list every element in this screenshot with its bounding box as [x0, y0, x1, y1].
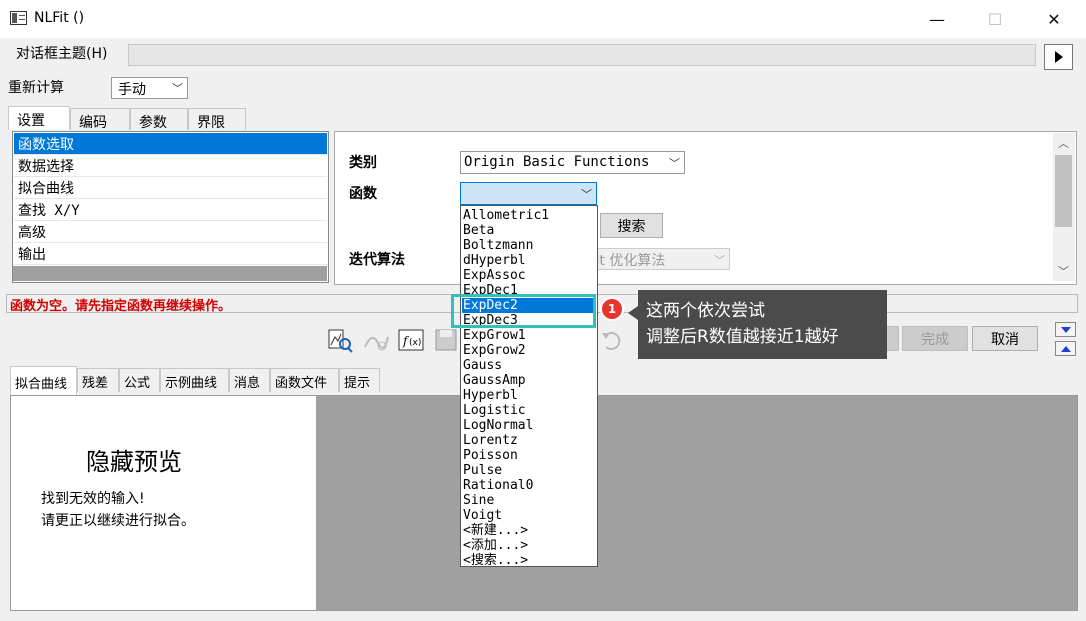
- preview-message-line2: 请更正以继续进行拟合。: [41, 513, 195, 529]
- list-item-function-select[interactable]: 函数选取: [14, 133, 327, 155]
- function-option[interactable]: <新建...>: [462, 523, 596, 538]
- function-option[interactable]: Rational0: [462, 478, 596, 493]
- fit-iterate-icon: [361, 326, 391, 353]
- theme-field[interactable]: [128, 44, 1036, 66]
- recalc-value: 手动: [118, 82, 146, 98]
- function-option[interactable]: Logistic: [462, 403, 596, 418]
- triangle-up-icon: [1060, 345, 1071, 352]
- annotation-callout: 这两个依次尝试 调整后R数值越接近1越好: [638, 290, 887, 359]
- theme-arrow-button[interactable]: [1044, 44, 1073, 70]
- scroll-up-icon[interactable]: ︿: [1058, 135, 1069, 151]
- function-option[interactable]: <搜索...>: [462, 553, 596, 568]
- theme-label: 对话框主题(H): [16, 46, 108, 62]
- close-button[interactable]: ✕: [1031, 0, 1077, 38]
- preview-title: 隐藏预览: [86, 448, 182, 476]
- function-option[interactable]: ExpAssoc: [462, 268, 596, 283]
- annotation-number-badge: 1: [600, 297, 624, 321]
- category-value: Origin Basic Functions: [464, 154, 650, 170]
- function-option[interactable]: Voigt: [462, 508, 596, 523]
- tab-bounds[interactable]: 界限: [188, 108, 246, 131]
- function-option[interactable]: <添加...>: [462, 538, 596, 553]
- function-option[interactable]: Boltzmann: [462, 238, 596, 253]
- collapse-down-button[interactable]: [1055, 322, 1076, 337]
- maximize-button[interactable]: ☐: [972, 0, 1018, 38]
- play-arrow-icon: [1054, 51, 1063, 63]
- tab-sample-curve[interactable]: 示例曲线: [160, 368, 229, 392]
- window-title: NLFit (): [34, 10, 85, 26]
- svg-text:(x): (x): [409, 338, 421, 348]
- annotation-line1: 这两个依次尝试: [646, 301, 765, 321]
- function-select[interactable]: ﹀: [460, 182, 597, 205]
- panel-scrollbar[interactable]: ︿ ﹀: [1053, 133, 1075, 281]
- category-select[interactable]: Origin Basic Functions ﹀: [460, 151, 685, 174]
- list-scrollbar[interactable]: [13, 266, 327, 281]
- undo-icon: [597, 326, 627, 353]
- function-option[interactable]: Gauss: [462, 358, 596, 373]
- collapse-up-button[interactable]: [1055, 341, 1076, 356]
- save-icon: [431, 326, 461, 353]
- function-option[interactable]: Sine: [462, 493, 596, 508]
- recalc-select[interactable]: 手动 ﹀: [111, 77, 188, 99]
- minimize-button[interactable]: —: [914, 0, 960, 38]
- tab-function-file[interactable]: 函数文件: [270, 368, 339, 392]
- function-option[interactable]: Beta: [462, 223, 596, 238]
- annotation-pointer: [628, 306, 638, 320]
- scroll-down-icon[interactable]: ﹀: [1058, 263, 1069, 279]
- function-label: 函数: [349, 186, 377, 202]
- list-item-output[interactable]: 输出: [14, 243, 327, 265]
- chevron-down-icon: ﹀: [669, 157, 680, 170]
- category-label: 类别: [349, 155, 377, 171]
- chevron-down-icon: ﹀: [714, 254, 725, 267]
- tab-fit-curve[interactable]: 拟合曲线: [10, 366, 77, 395]
- iteration-label: 迭代算法: [349, 252, 405, 268]
- function-option[interactable]: ExpGrow1: [462, 328, 596, 343]
- function-option[interactable]: GaussAmp: [462, 373, 596, 388]
- function-option[interactable]: ExpGrow2: [462, 343, 596, 358]
- iteration-select[interactable]: rdt 优化算法 ﹀: [580, 248, 730, 270]
- tab-formula[interactable]: 公式: [119, 368, 160, 392]
- chevron-down-icon: ﹀: [172, 82, 183, 95]
- tab-messages[interactable]: 消息: [229, 368, 270, 392]
- cancel-button[interactable]: 取消: [972, 326, 1038, 351]
- finish-button[interactable]: 完成: [902, 326, 968, 351]
- fit-preview-icon[interactable]: [325, 326, 355, 353]
- annotation-highlight-box: [451, 294, 596, 328]
- app-icon: [10, 11, 27, 25]
- function-option[interactable]: Hyperbl: [462, 388, 596, 403]
- function-option[interactable]: Allometric1: [462, 208, 596, 223]
- function-option[interactable]: dHyperbl: [462, 253, 596, 268]
- function-file-icon[interactable]: f (x): [396, 326, 426, 353]
- function-option[interactable]: Poisson: [462, 448, 596, 463]
- function-option[interactable]: Pulse: [462, 463, 596, 478]
- list-item-data-select[interactable]: 数据选择: [14, 155, 327, 177]
- function-option[interactable]: LogNormal: [462, 418, 596, 433]
- list-item-fit-curve[interactable]: 拟合曲线: [14, 177, 327, 199]
- recalc-label: 重新计算: [8, 80, 64, 96]
- tab-parameters[interactable]: 参数: [130, 108, 188, 131]
- list-item-advanced[interactable]: 高级: [14, 221, 327, 243]
- triangle-down-icon: [1060, 326, 1071, 333]
- tab-residual[interactable]: 残差: [77, 368, 119, 392]
- annotation-line2: 调整后R数值越接近1越好: [646, 327, 839, 347]
- function-dropdown-list: Allometric1 Beta Boltzmann dHyperbl ExpAssoc…: [460, 205, 598, 568]
- tab-hints[interactable]: 提示: [339, 368, 380, 392]
- tab-code[interactable]: 编码: [70, 108, 130, 131]
- list-item-find-xy[interactable]: 查找 X/Y: [14, 199, 327, 221]
- preview-message-line1: 找到无效的输入!: [41, 491, 145, 507]
- search-button[interactable]: 搜索: [600, 213, 663, 238]
- scroll-thumb[interactable]: [1055, 155, 1072, 227]
- chevron-down-icon: ﹀: [581, 188, 592, 201]
- tab-settings[interactable]: 设置: [8, 106, 70, 130]
- function-option[interactable]: Lorentz: [462, 433, 596, 448]
